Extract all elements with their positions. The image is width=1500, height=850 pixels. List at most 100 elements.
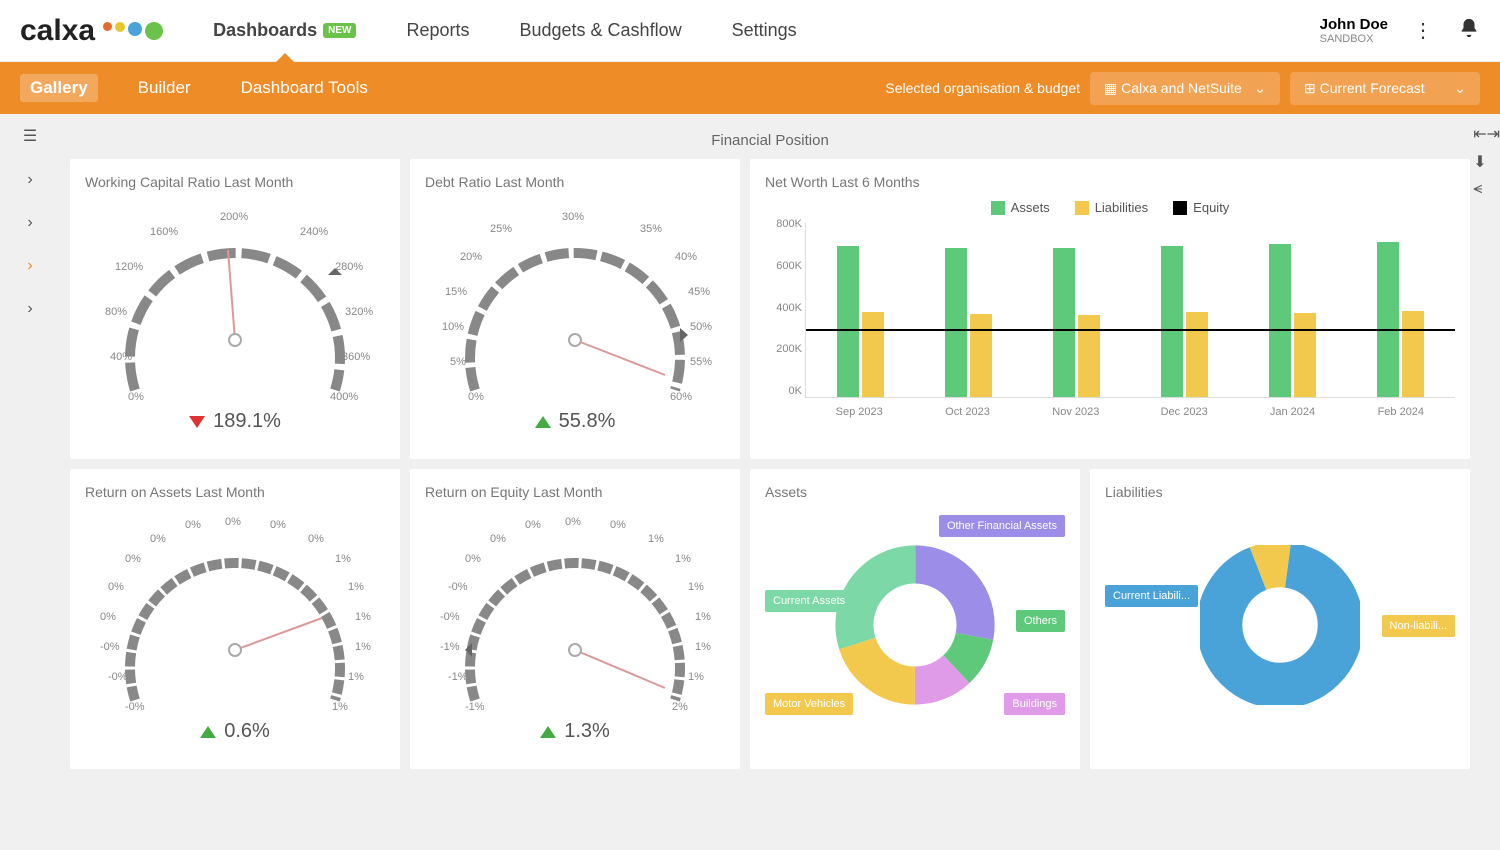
svg-text:1%: 1%	[355, 641, 371, 653]
nav-reports[interactable]: Reports	[406, 20, 469, 41]
x-axis: Sep 2023Oct 2023 Nov 2023Dec 2023 Jan 20…	[805, 406, 1455, 418]
svg-text:0%: 0%	[308, 533, 324, 545]
menu-icon[interactable]: ☰	[23, 126, 37, 146]
slice-label: Current Liabili...	[1105, 585, 1198, 607]
svg-text:45%: 45%	[688, 286, 710, 298]
svg-text:25%: 25%	[490, 223, 512, 235]
svg-text:20%: 20%	[460, 251, 482, 263]
gauge-value: 1.3%	[425, 720, 725, 743]
bell-icon[interactable]	[1458, 17, 1480, 45]
card-title: Net Worth Last 6 Months	[765, 174, 1455, 190]
expand-icon[interactable]: ⇤⇥	[1473, 124, 1500, 144]
svg-text:0%: 0%	[150, 533, 166, 545]
svg-text:1%: 1%	[688, 671, 704, 683]
svg-text:1%: 1%	[648, 533, 664, 545]
more-icon[interactable]: ⋮	[1413, 18, 1433, 43]
svg-text:10%: 10%	[442, 321, 464, 333]
donut-liab: Current Liabili... Non-liabili...	[1105, 510, 1455, 740]
trend-up-icon	[535, 416, 551, 428]
svg-text:0%: 0%	[490, 533, 506, 545]
svg-text:1%: 1%	[335, 553, 351, 565]
legend: Assets Liabilities Equity	[765, 200, 1455, 215]
svg-text:200%: 200%	[220, 211, 248, 223]
chevron-right-icon[interactable]: ›	[27, 300, 32, 318]
svg-text:0%: 0%	[225, 516, 241, 528]
chevron-right-icon[interactable]: ›	[27, 214, 32, 232]
nav-dashboards[interactable]: Dashboards NEW	[213, 20, 356, 41]
sub-nav: Gallery Builder Dashboard Tools	[20, 74, 378, 102]
svg-text:0%: 0%	[610, 519, 626, 531]
chevron-right-icon[interactable]: ›	[27, 171, 32, 189]
slice-label: Current Assets	[765, 590, 853, 612]
card-wcr: Working Capital Ratio Last Month 0%400% …	[70, 159, 400, 459]
svg-text:160%: 160%	[150, 226, 178, 238]
chevron-down-icon: ⌄	[1254, 80, 1266, 97]
trend-down-icon	[189, 416, 205, 428]
nav-settings[interactable]: Settings	[732, 20, 797, 41]
card-title: Assets	[765, 484, 1065, 500]
gauge-value: 55.8%	[425, 410, 725, 433]
download-icon[interactable]: ⬇	[1473, 152, 1500, 172]
card-title: Return on Assets Last Month	[85, 484, 385, 500]
user-role: SANDBOX	[1320, 33, 1388, 45]
budget-select-value: Current Forecast	[1320, 80, 1425, 96]
svg-text:1%: 1%	[675, 553, 691, 565]
svg-text:35%: 35%	[640, 223, 662, 235]
svg-text:0%: 0%	[125, 553, 141, 565]
svg-text:1%: 1%	[355, 611, 371, 623]
svg-text:5%: 5%	[450, 356, 466, 368]
svg-text:-0%: -0%	[108, 671, 128, 683]
user-block: John Doe SANDBOX ⋮	[1320, 16, 1480, 45]
svg-text:1%: 1%	[348, 581, 364, 593]
svg-text:1%: 1%	[348, 671, 364, 683]
svg-text:120%: 120%	[115, 261, 143, 273]
sidebar: ☰ › › › ›	[0, 114, 60, 850]
org-label: Selected organisation & budget	[885, 80, 1080, 96]
donut-assets: Other Financial Assets Others Buildings …	[765, 510, 1065, 740]
svg-text:320%: 320%	[345, 306, 373, 318]
logo-dots	[103, 22, 163, 40]
subnav-gallery[interactable]: Gallery	[20, 74, 98, 102]
svg-text:80%: 80%	[105, 306, 127, 318]
content: ⇤⇥ ⬇ ⪪ Financial Position Working Capita…	[60, 114, 1500, 850]
trend-up-icon	[540, 726, 556, 738]
svg-text:40%: 40%	[110, 351, 132, 363]
svg-text:50%: 50%	[690, 321, 712, 333]
svg-text:-0%: -0%	[440, 611, 460, 623]
svg-text:-0%: -0%	[125, 701, 145, 713]
card-roa: Return on Assets Last Month -0%1% -0%1% …	[70, 469, 400, 769]
budget-select[interactable]: ⊞ Current Forecast⌄	[1290, 72, 1480, 105]
svg-text:15%: 15%	[445, 286, 467, 298]
svg-text:40%: 40%	[675, 251, 697, 263]
svg-text:55%: 55%	[690, 356, 712, 368]
card-title: Liabilities	[1105, 484, 1455, 500]
user-name: John Doe	[1320, 16, 1388, 33]
user-info[interactable]: John Doe SANDBOX	[1320, 16, 1388, 45]
share-icon[interactable]: ⪪	[1473, 180, 1500, 198]
card-liab: Liabilities Current Liabili... Non-liabi…	[1090, 469, 1470, 769]
card-networth: Net Worth Last 6 Months Assets Liabiliti…	[750, 159, 1470, 459]
card-debt: Debt Ratio Last Month 0%60% 5%55% 10%50%…	[410, 159, 740, 459]
main-nav: Dashboards NEW Reports Budgets & Cashflo…	[213, 20, 797, 41]
svg-text:-0%: -0%	[448, 581, 468, 593]
page-title: Financial Position	[70, 132, 1470, 149]
chevron-down-icon: ⌄	[1454, 80, 1466, 97]
svg-text:280%: 280%	[335, 261, 363, 273]
org-select-value: Calxa and NetSuite	[1121, 80, 1242, 96]
subnav-builder[interactable]: Builder	[128, 74, 201, 102]
svg-text:1%: 1%	[688, 581, 704, 593]
svg-text:0%: 0%	[525, 519, 541, 531]
gauge-debt: 0%60% 5%55% 10%50% 15%45% 20%40% 25%35% …	[425, 200, 725, 410]
subnav-tools[interactable]: Dashboard Tools	[231, 74, 378, 102]
svg-text:240%: 240%	[300, 226, 328, 238]
svg-text:30%: 30%	[562, 211, 584, 223]
org-select[interactable]: ▦ Calxa and NetSuite⌄	[1090, 72, 1280, 105]
svg-text:0%: 0%	[468, 391, 484, 403]
svg-text:0%: 0%	[128, 391, 144, 403]
chevron-right-icon[interactable]: ›	[27, 257, 32, 275]
slice-label: Buildings	[1004, 693, 1065, 715]
top-bar: calxa Dashboards NEW Reports Budgets & C…	[0, 0, 1500, 62]
svg-text:0%: 0%	[465, 553, 481, 565]
card-roe: Return on Equity Last Month -1%2% -1%1% …	[410, 469, 740, 769]
nav-budgets[interactable]: Budgets & Cashflow	[519, 20, 681, 41]
